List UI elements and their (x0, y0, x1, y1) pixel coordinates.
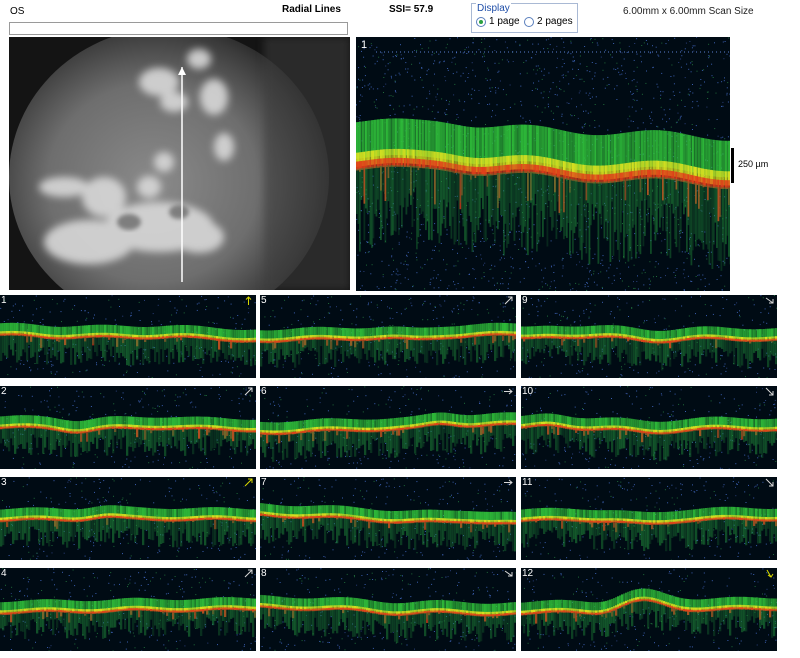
bscan-thumbnail[interactable]: 1 (0, 295, 256, 378)
bscan-number: 7 (261, 477, 267, 488)
bscan-number: 2 (1, 386, 7, 397)
bscan-number: 9 (522, 295, 528, 306)
bscan-thumbnail[interactable]: 5 (260, 295, 516, 378)
scan-size-label: 6.00mm x 6.00mm Scan Size (623, 6, 754, 17)
bscan-graphic (260, 295, 516, 378)
bscan-thumbnail[interactable]: 2 (0, 386, 256, 469)
bscan-number: 4 (1, 568, 7, 579)
scan-direction-arrow-icon (504, 388, 513, 395)
bscan-thumbnail[interactable]: 4 (0, 568, 256, 651)
bscan-graphic (521, 386, 777, 469)
scan-direction-arrow-icon (504, 570, 513, 577)
bscan-graphic (521, 295, 777, 378)
bscan-graphic (521, 477, 777, 560)
bscan-thumbnail[interactable]: 3 (0, 477, 256, 560)
bscan-number: 1 (1, 295, 7, 306)
bscan-thumbnail[interactable]: 11 (521, 477, 777, 560)
main-bscan-graphic (356, 37, 730, 291)
bscan-graphic (0, 386, 256, 469)
eye-label: OS (10, 6, 25, 17)
scan-direction-arrow-icon (244, 478, 253, 487)
scan-direction-arrow-icon (245, 296, 252, 305)
bscan-thumbnail[interactable]: 8 (260, 568, 516, 651)
display-legend: Display (476, 3, 511, 14)
main-bscan-image[interactable]: 1 (356, 37, 730, 291)
display-options-group: Display 1 page 2 pages (471, 3, 578, 33)
bscan-number: 5 (261, 295, 267, 306)
scale-bar (731, 148, 734, 183)
bscan-number: 6 (261, 386, 267, 397)
bscan-number: 8 (261, 568, 267, 579)
fundus-graphic (9, 37, 350, 290)
display-option-label: 1 page (489, 16, 520, 27)
bscan-thumbnail[interactable]: 7 (260, 477, 516, 560)
bscan-graphic (0, 568, 256, 651)
display-option-2-pages[interactable]: 2 pages (524, 16, 573, 27)
radio-unselected-icon[interactable] (524, 16, 534, 27)
fundus-header-field (9, 22, 348, 35)
scan-direction-arrow-icon (765, 478, 774, 487)
bscan-thumbnail[interactable]: 9 (521, 295, 777, 378)
display-option-label: 2 pages (537, 16, 573, 27)
bscan-graphic (0, 477, 256, 560)
radio-selected-icon[interactable] (476, 16, 486, 27)
bscan-number: 3 (1, 477, 7, 488)
bscan-number: 11 (522, 477, 533, 488)
scale-label: 250 µm (738, 159, 769, 169)
scan-direction-arrow-icon (504, 296, 513, 305)
bscan-number: 1 (361, 39, 368, 51)
scan-direction-arrow-icon (765, 387, 774, 396)
bscan-graphic (0, 295, 256, 378)
bscan-thumbnail[interactable]: 12 (521, 568, 777, 651)
scan-direction-arrow-icon (244, 569, 253, 578)
bscan-thumbnail[interactable]: 6 (260, 386, 516, 469)
scan-direction-arrow-icon (766, 569, 774, 578)
bscan-thumbnail[interactable]: 10 (521, 386, 777, 469)
bscan-graphic (260, 477, 516, 560)
scan-direction-arrow-icon (504, 479, 513, 486)
ssi-value: SSI= 57.9 (389, 4, 434, 15)
bscan-number: 12 (522, 568, 534, 579)
bscan-graphic (260, 386, 516, 469)
display-option-1-page[interactable]: 1 page (476, 16, 520, 27)
bscan-graphic (521, 568, 777, 651)
fundus-image[interactable] (9, 37, 350, 290)
scan-pattern-title: Radial Lines (282, 4, 341, 15)
bscan-number: 10 (522, 386, 534, 397)
scan-direction-arrow-icon (244, 387, 253, 396)
bscan-graphic (260, 568, 516, 651)
scan-direction-arrow-icon (765, 297, 774, 304)
